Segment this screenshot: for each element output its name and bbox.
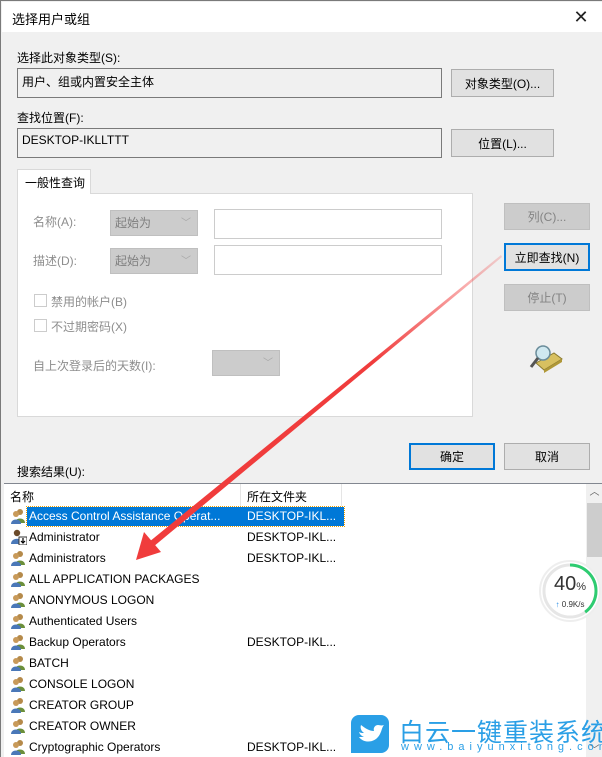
close-button[interactable]: ✕: [566, 4, 596, 30]
object-type-label: 选择此对象类型(S):: [17, 51, 121, 65]
non-expiring-password-checkbox[interactable]: [34, 319, 47, 332]
result-row[interactable]: Administrator DESKTOP-IKL...: [7, 527, 587, 548]
result-row[interactable]: Authenticated Users: [7, 611, 587, 632]
group-icon: [10, 676, 27, 692]
non-expiring-password-label: 不过期密码(X): [51, 320, 127, 334]
result-name: ALL APPLICATION PACKAGES: [29, 572, 200, 586]
scrollbar-thumb[interactable]: [587, 503, 602, 557]
title-bar: 选择用户或组 ✕: [2, 2, 602, 32]
result-name: CREATOR GROUP: [29, 698, 134, 712]
upload-arrow-icon: ↑: [555, 600, 560, 609]
object-types-button[interactable]: 对象类型(O)...: [451, 69, 554, 97]
result-name: CONSOLE LOGON: [29, 677, 135, 691]
location-field: DESKTOP-IKLLTTT: [17, 128, 442, 158]
result-row[interactable]: BATCH: [7, 653, 587, 674]
select-users-or-groups-dialog: 选择用户或组 ✕ 选择此对象类型(S): 用户、组或内置安全主体 对象类型(O)…: [0, 0, 602, 757]
result-folder: DESKTOP-IKL...: [247, 740, 337, 754]
cancel-button[interactable]: 取消: [504, 443, 590, 470]
group-icon: [10, 550, 27, 566]
result-row[interactable]: Administrators DESKTOP-IKL...: [7, 548, 587, 569]
search-flashlight-icon: [529, 345, 563, 373]
columns-button[interactable]: 列(C)...: [504, 203, 590, 230]
days-since-last-logon-select[interactable]: ﹀: [212, 350, 280, 376]
result-row[interactable]: Backup Operators DESKTOP-IKL...: [7, 632, 587, 653]
result-row[interactable]: Access Control Assistance Operat... DESKT…: [7, 506, 587, 527]
result-folder: DESKTOP-IKL...: [247, 509, 337, 523]
result-row[interactable]: ALL APPLICATION PACKAGES: [7, 569, 587, 590]
tab-common-queries[interactable]: 一般性查询: [17, 169, 91, 194]
group-icon: [10, 508, 27, 524]
result-name: CREATOR OWNER: [29, 719, 136, 733]
disabled-accounts-checkbox[interactable]: [34, 294, 47, 307]
name-input[interactable]: [214, 209, 442, 239]
result-folder: DESKTOP-IKL...: [247, 530, 337, 544]
result-folder: DESKTOP-IKL...: [247, 635, 337, 649]
result-row[interactable]: ANONYMOUS LOGON: [7, 590, 587, 611]
group-icon: [10, 613, 27, 629]
network-speed-widget[interactable]: 40% ↑ 0.9K/s: [538, 559, 602, 623]
chevron-down-icon: ﹀: [181, 256, 191, 267]
watermark: 白云一键重装系统 www.baiyunxitong.com: [349, 711, 602, 756]
locations-button[interactable]: 位置(L)...: [451, 129, 554, 157]
result-name: BATCH: [29, 656, 69, 670]
chevron-down-icon: ﹀: [263, 358, 273, 369]
gauge-speed: ↑ 0.9K/s: [555, 600, 585, 609]
disabled-accounts-label: 禁用的帐户(B): [51, 295, 127, 309]
dialog-title: 选择用户或组: [12, 12, 91, 27]
result-name: Backup Operators: [29, 635, 126, 649]
group-icon: [10, 718, 27, 734]
name-mode-value: 起始为: [115, 216, 152, 230]
scroll-up-icon[interactable]: ︿: [586, 484, 602, 501]
watermark-url: www.baiyunxitong.com: [401, 741, 602, 753]
column-header-folder[interactable]: 所在文件夹: [241, 484, 342, 506]
gauge-percent: 40%: [553, 573, 587, 595]
common-queries-panel: 名称(A): 起始为 ﹀ 描述(D): 起始为 ﹀ 禁用的帐户(B) 不过期密码…: [17, 193, 473, 417]
name-label: 名称(A):: [33, 215, 77, 229]
result-name: Access Control Assistance Operat...: [29, 509, 221, 523]
name-mode-select[interactable]: 起始为 ﹀: [110, 210, 198, 236]
result-name: Authenticated Users: [29, 614, 138, 628]
group-icon: [10, 697, 27, 713]
result-name: Administrators: [29, 551, 106, 565]
result-row[interactable]: CONSOLE LOGON: [7, 674, 587, 695]
days-since-last-logon-label: 自上次登录后的天数(I):: [33, 359, 156, 373]
group-icon: [10, 592, 27, 608]
result-name: Cryptographic Operators: [29, 740, 161, 754]
description-mode-value: 起始为: [115, 254, 152, 268]
column-header-name[interactable]: 名称: [4, 484, 241, 506]
search-results-label: 搜索结果(U):: [17, 465, 85, 479]
ok-button[interactable]: 确定: [409, 443, 495, 470]
object-type-field: 用户、组或内置安全主体: [17, 68, 442, 98]
group-icon: [10, 634, 27, 650]
close-icon: ✕: [573, 7, 589, 27]
bird-logo-icon: [351, 715, 389, 753]
group-icon: [10, 739, 27, 755]
result-name: ANONYMOUS LOGON: [29, 593, 155, 607]
location-label: 查找位置(F):: [17, 111, 84, 125]
find-now-button[interactable]: 立即查找(N): [504, 243, 590, 271]
description-mode-select[interactable]: 起始为 ﹀: [110, 248, 198, 274]
description-input[interactable]: [214, 245, 442, 275]
result-name: Administrator: [29, 530, 100, 544]
group-icon: [10, 571, 27, 587]
user-icon: [10, 529, 28, 546]
group-icon: [10, 655, 27, 671]
result-folder: DESKTOP-IKL...: [247, 551, 337, 565]
description-label: 描述(D):: [33, 254, 77, 268]
stop-button[interactable]: 停止(T): [504, 284, 590, 311]
chevron-down-icon: ﹀: [181, 218, 191, 229]
